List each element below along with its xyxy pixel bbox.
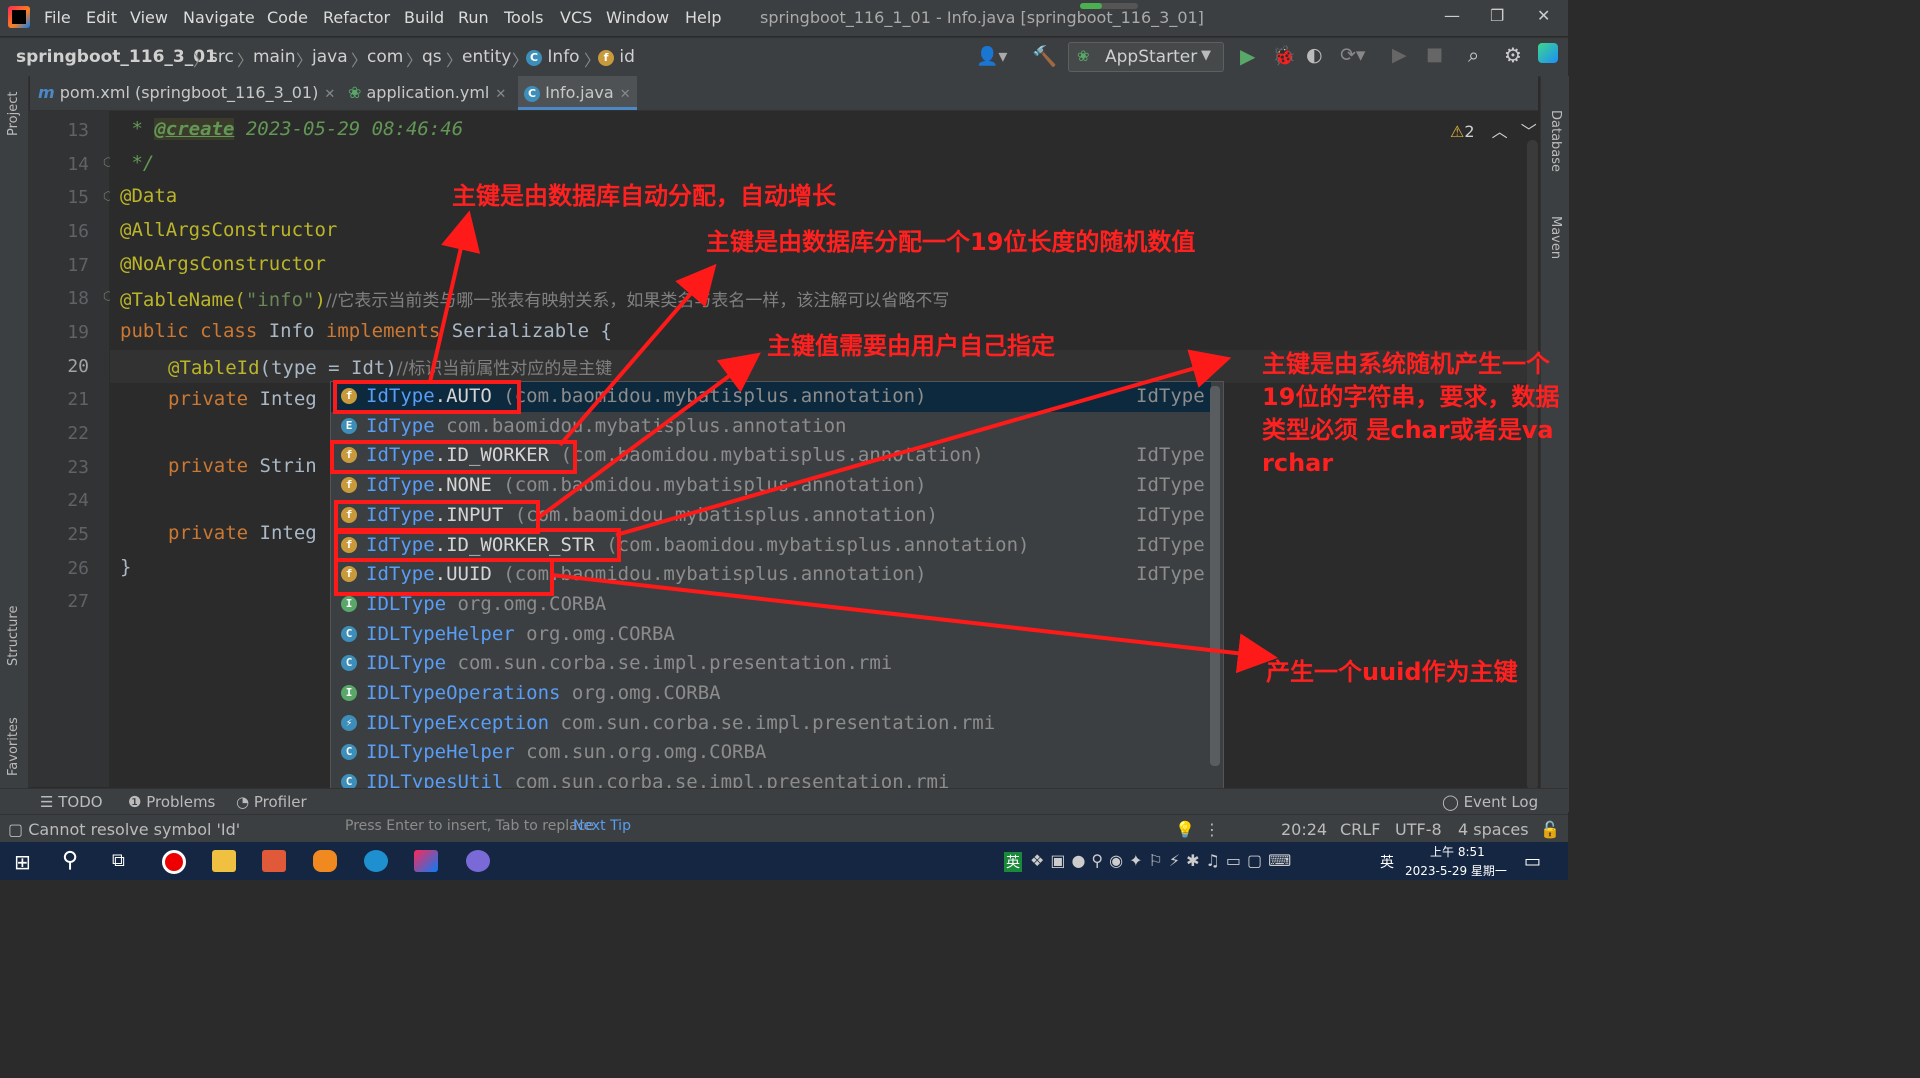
windows-start-icon[interactable]: ⊞ — [14, 850, 31, 874]
highlight-box-id-worker — [330, 440, 577, 474]
completion-item-type: IdType — [1136, 474, 1205, 497]
file-explorer-icon[interactable] — [212, 850, 236, 872]
completion-item-label: IDLType org.omg.CORBA — [366, 592, 607, 615]
completion-item[interactable]: C IDLType com.sun.corba.se.impl.presentat… — [331, 649, 1211, 679]
tool-profiler[interactable]: ◔ Profiler — [236, 793, 307, 811]
completion-item-label: IDLTypeOperations org.omg.CORBA — [366, 682, 721, 704]
lock-icon[interactable]: 🔓 — [1540, 820, 1560, 839]
clock-time[interactable]: 上午 8:51 — [1430, 843, 1485, 860]
completion-item-label: IDLTypeException com.sun.corba.se.impl.p… — [366, 711, 996, 734]
completion-item[interactable]: E IdType com.baomidou.mybatisplus.annotat… — [331, 412, 1211, 442]
lightbulb-icon[interactable]: 💡 — [1175, 820, 1195, 839]
notification-icon[interactable]: ▭ — [1524, 851, 1541, 872]
completion-item[interactable]: ⚡ IDLTypeException com.sun.corba.se.impl.… — [331, 709, 1211, 739]
tool-todo[interactable]: ☰ TODO — [40, 793, 103, 811]
highlight-box-uuid — [334, 558, 554, 596]
annotation-id-worker-str: 主键是由系统随机产生一个19位的字符串，要求，数据类型必须 是char或者是va… — [1262, 350, 1560, 477]
completion-item-type: IdType — [1136, 503, 1205, 526]
interface-icon: I — [341, 595, 357, 612]
class-icon: C — [341, 655, 357, 672]
completion-item-type: IdType — [1136, 563, 1205, 586]
completion-item[interactable]: f IdType.NONE (com.baomidou.mybatisplus.a… — [331, 471, 1211, 501]
indent-setting[interactable]: 4 spaces — [1458, 820, 1529, 839]
class-icon: C — [341, 625, 357, 642]
completion-item-type: IdType — [1136, 533, 1205, 556]
highlight-box-id-worker-str — [334, 528, 621, 562]
app-icon[interactable] — [466, 850, 490, 872]
task-view-icon[interactable]: ⧉ — [112, 850, 125, 871]
ime-indicator[interactable]: 英 — [1004, 852, 1022, 872]
annotation-id-worker: 主键是由数据库分配一个19位长度的随机数值 — [706, 228, 1196, 256]
highlight-box-auto — [333, 380, 521, 414]
square-icon: ▢ — [8, 820, 24, 839]
status-bar: ▢ Cannot resolve symbol 'Id' 💡 ⋮ 20:24 C… — [0, 814, 1568, 843]
line-separator[interactable]: CRLF — [1340, 820, 1380, 839]
completion-item-label: IdType com.baomidou.mybatisplus.annotati… — [366, 414, 847, 437]
annotation-uuid: 产生一个uuid作为主键 — [1266, 658, 1518, 686]
file-encoding[interactable]: UTF-8 — [1395, 820, 1442, 839]
windows-taskbar: ⊞ ⚲ ⧉ 英 ❖▣●⚲◉✦⚐⚡✱♫▭▢⌨ 英 ▭ — [0, 842, 1568, 880]
bottom-tool-bar: ☰ TODO ❶ Problems ◔ Profiler ◯ Event Log — [0, 788, 1568, 815]
completion-item-label: IDLTypeHelper org.omg.CORBA — [366, 622, 675, 645]
more-icon[interactable]: ⋮ — [1204, 820, 1220, 839]
intellij-icon[interactable] — [414, 850, 438, 872]
completion-scrollbar[interactable] — [1210, 386, 1220, 766]
annotation-auto: 主键是由数据库自动分配，自动增长 — [452, 182, 836, 210]
interface-icon: I — [341, 685, 357, 701]
completion-item-label: IDLType com.sun.corba.se.impl.presentati… — [366, 652, 893, 675]
language-indicator[interactable]: 英 — [1380, 852, 1394, 872]
completion-item-label: IDLTypeHelper com.sun.org.omg.CORBA — [366, 741, 767, 764]
clock-date[interactable]: 2023-5-29 星期一 — [1405, 862, 1507, 879]
completion-item[interactable]: I IDLTypeOperations org.omg.CORBA — [331, 679, 1211, 709]
edge-browser-icon[interactable] — [364, 850, 388, 872]
annotation-input: 主键值需要由用户自己指定 — [767, 332, 1055, 360]
tray-icons[interactable]: ❖▣●⚲◉✦⚐⚡✱♫▭▢⌨ — [1030, 851, 1297, 870]
completion-hint: Press Enter to insert, Tab to replace — [345, 818, 595, 834]
status-message: ▢ Cannot resolve symbol 'Id' — [8, 820, 241, 839]
list-icon: ☰ — [40, 793, 54, 811]
problems-icon: ❶ — [128, 793, 142, 811]
profiler-icon: ◔ — [236, 793, 250, 811]
app-icon[interactable] — [313, 850, 337, 872]
tool-problems[interactable]: ❶ Problems — [128, 793, 215, 811]
completion-item-type: IdType — [1136, 385, 1205, 407]
class-icon: C — [341, 744, 357, 761]
event-log-icon: ◯ — [1442, 793, 1459, 811]
exception-icon: ⚡ — [341, 714, 357, 731]
field-icon: f — [341, 477, 357, 494]
completion-item[interactable]: C IDLTypeHelper org.omg.CORBA — [331, 620, 1211, 650]
completion-item-label: IdType.NONE (com.baomidou.mybatisplus.an… — [366, 474, 927, 497]
completion-item-type: IdType — [1136, 444, 1205, 467]
caret-position[interactable]: 20:24 — [1281, 820, 1327, 839]
search-icon[interactable]: ⚲ — [62, 848, 78, 873]
app-icon[interactable] — [262, 850, 286, 872]
completion-item[interactable]: C IDLTypeHelper com.sun.org.omg.CORBA — [331, 738, 1211, 768]
tool-event-log[interactable]: ◯ Event Log — [1442, 793, 1538, 811]
next-tip-link[interactable]: Next Tip — [573, 818, 631, 834]
recorder-icon[interactable] — [162, 850, 186, 874]
enum-icon: E — [341, 417, 357, 434]
